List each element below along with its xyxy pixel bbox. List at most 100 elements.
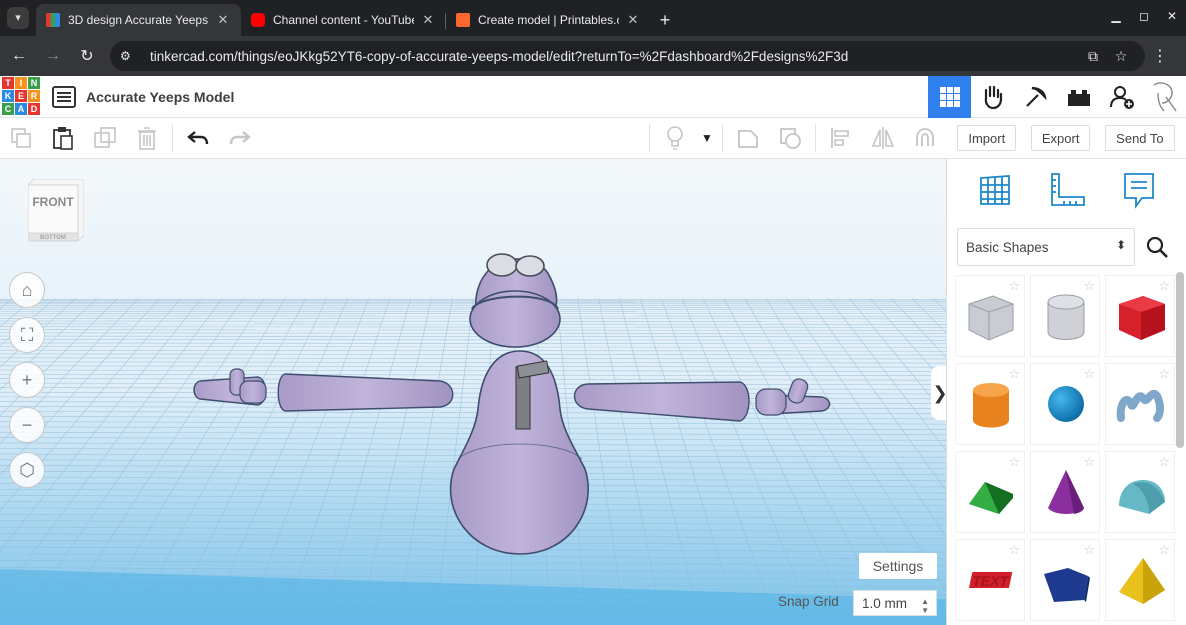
shape-roof[interactable]: ☆: [955, 451, 1025, 533]
printables-favicon-icon: [456, 13, 470, 27]
reload-icon[interactable]: ↻: [72, 41, 102, 71]
shapes-panel: Basic Shapes ⬍ ☆ ☆ ☆ ☆ ☆ ☆ ☆ ☆ ☆ ☆ TEXT …: [946, 159, 1186, 625]
browser-tab-youtube[interactable]: Channel content - YouTube Stu ✕: [241, 4, 446, 36]
shapes-category-value: Basic Shapes: [966, 239, 1049, 255]
delete-trash-icon[interactable]: [126, 118, 168, 158]
workplane-grid: [0, 159, 946, 625]
undo-icon[interactable]: [177, 118, 219, 158]
logo-letter: C: [2, 102, 14, 115]
home-view-icon[interactable]: ⌂: [9, 272, 45, 308]
export-button[interactable]: Export: [1030, 125, 1091, 151]
snap-grid-label: Snap Grid: [778, 594, 839, 609]
viewcube-front-label: FRONT: [32, 195, 74, 209]
install-app-icon[interactable]: ⧉: [1079, 48, 1107, 65]
search-icon[interactable]: [1138, 228, 1176, 266]
copy-icon[interactable]: [0, 118, 42, 158]
shape-box[interactable]: ☆: [1105, 275, 1175, 357]
close-tab-icon[interactable]: ✕: [625, 12, 641, 28]
minecraft-pickaxe-icon[interactable]: [1014, 76, 1057, 118]
close-tab-icon[interactable]: ✕: [215, 12, 231, 28]
cruise-magnet-icon[interactable]: [904, 118, 946, 158]
send-to-button[interactable]: Send To: [1105, 125, 1175, 151]
paste-icon[interactable]: [42, 118, 84, 158]
browser-tab-strip: ▾ 3D design Accurate Yeeps Mod ✕ Channel…: [0, 0, 1186, 36]
logo-letter: I: [15, 76, 27, 89]
tab-search-button[interactable]: ▾: [0, 0, 36, 36]
add-user-icon[interactable]: [1100, 76, 1143, 118]
dropdown-caret-icon[interactable]: ▼: [696, 118, 718, 158]
settings-button[interactable]: Settings: [859, 553, 937, 579]
shapes-category-select[interactable]: Basic Shapes ⬍: [957, 228, 1135, 266]
import-button[interactable]: Import: [957, 125, 1017, 151]
shape-pyramid[interactable]: ☆: [1105, 539, 1175, 621]
duplicate-icon[interactable]: [84, 118, 126, 158]
site-settings-icon[interactable]: ⚙: [120, 49, 140, 63]
url-text: tinkercad.com/things/eoJKkg52YT6-copy-of…: [150, 48, 849, 64]
logo-letter: D: [28, 102, 40, 115]
browser-menu-icon[interactable]: ⋮: [1145, 46, 1175, 66]
sim-lab-hand-icon[interactable]: [971, 76, 1014, 118]
browser-tab-tinkercad[interactable]: 3D design Accurate Yeeps Mod ✕: [36, 4, 241, 36]
address-bar[interactable]: ⚙ tinkercad.com/things/eoJKkg52YT6-copy-…: [110, 41, 1145, 71]
shape-text[interactable]: ☆ TEXT: [955, 539, 1025, 621]
ruler-icon[interactable]: [1048, 172, 1086, 213]
shape-scribble[interactable]: ☆: [1105, 363, 1175, 445]
shape-cone[interactable]: ☆: [1030, 451, 1100, 533]
3d-design-mode-icon[interactable]: [928, 76, 971, 118]
mirror-icon[interactable]: [862, 118, 904, 158]
tab-title: 3D design Accurate Yeeps Mod: [68, 13, 209, 27]
logo-letter: R: [28, 89, 40, 102]
user-avatar[interactable]: [1143, 76, 1186, 118]
shape-round-roof[interactable]: ☆: [1105, 451, 1175, 533]
tinkercad-logo[interactable]: T I N K E R C A D: [2, 76, 42, 117]
zoom-out-icon[interactable]: −: [9, 407, 45, 443]
logo-letter: K: [2, 89, 14, 102]
bricks-icon[interactable]: [1057, 76, 1100, 118]
editor-toolbar: ▼: [0, 118, 946, 159]
app-header: T I N K E R C A D Accurate Yeeps Model: [0, 76, 1186, 118]
tab-title: Create model | Printables.com: [478, 13, 619, 27]
group-icon[interactable]: [727, 118, 769, 158]
panel-scrollbar[interactable]: [1176, 272, 1184, 448]
tinkercad-favicon-icon: [46, 13, 60, 27]
minimize-icon[interactable]: ▁: [1102, 0, 1130, 32]
workplane-viewport[interactable]: FRONT BOTTOM ⌂ ⛶ + − ⬡: [0, 159, 946, 625]
window-controls: ▁ ◻ ✕: [1102, 0, 1186, 32]
shape-cylinder-hole[interactable]: ☆: [1030, 275, 1100, 357]
notes-lightbulb-icon[interactable]: [654, 118, 696, 158]
new-tab-button[interactable]: +: [651, 4, 679, 36]
perspective-toggle-icon[interactable]: ⬡: [9, 452, 45, 488]
shape-cylinder[interactable]: ☆: [955, 363, 1025, 445]
shape-box-hole[interactable]: ☆: [955, 275, 1025, 357]
chevron-down-icon: ▾: [7, 7, 29, 29]
zoom-in-icon[interactable]: +: [9, 362, 45, 398]
shape-polygon[interactable]: ☆: [1030, 539, 1100, 621]
close-tab-icon[interactable]: ✕: [420, 12, 436, 28]
align-icon[interactable]: [820, 118, 862, 158]
design-title[interactable]: Accurate Yeeps Model: [86, 89, 234, 105]
logo-letter: N: [28, 76, 40, 89]
snap-grid-value: 1.0 mm: [862, 595, 908, 611]
browser-tab-printables[interactable]: Create model | Printables.com ✕: [446, 4, 651, 36]
view-cube[interactable]: FRONT BOTTOM: [28, 179, 84, 243]
bookmark-star-icon[interactable]: ☆: [1107, 48, 1135, 65]
forward-arrow-icon[interactable]: →: [38, 41, 68, 71]
chevron-down-icon: ▲ ▼: [921, 597, 929, 615]
snap-grid-select[interactable]: 1.0 mm ▲ ▼: [853, 590, 937, 616]
viewcube-bottom-label: BOTTOM: [40, 235, 66, 241]
notes-icon[interactable]: [1122, 171, 1156, 214]
browser-toolbar: ← → ↻ ⚙ tinkercad.com/things/eoJKkg52YT6…: [0, 36, 1186, 76]
ungroup-icon[interactable]: [769, 118, 811, 158]
workspace-modes: [928, 76, 1186, 118]
design-list-icon[interactable]: [52, 85, 76, 108]
fit-view-icon[interactable]: ⛶: [9, 317, 45, 353]
maximize-icon[interactable]: ◻: [1130, 0, 1158, 32]
shape-sphere[interactable]: ☆: [1030, 363, 1100, 445]
back-arrow-icon[interactable]: ←: [4, 41, 34, 71]
tab-title: Channel content - YouTube Stu: [273, 13, 414, 27]
redo-icon[interactable]: [219, 118, 261, 158]
workplane-grid-icon[interactable]: [977, 172, 1013, 213]
import-export-bar: Import Export Send To: [946, 118, 1186, 159]
svg-text:TEXT: TEXT: [971, 573, 1010, 589]
close-window-icon[interactable]: ✕: [1158, 0, 1186, 32]
